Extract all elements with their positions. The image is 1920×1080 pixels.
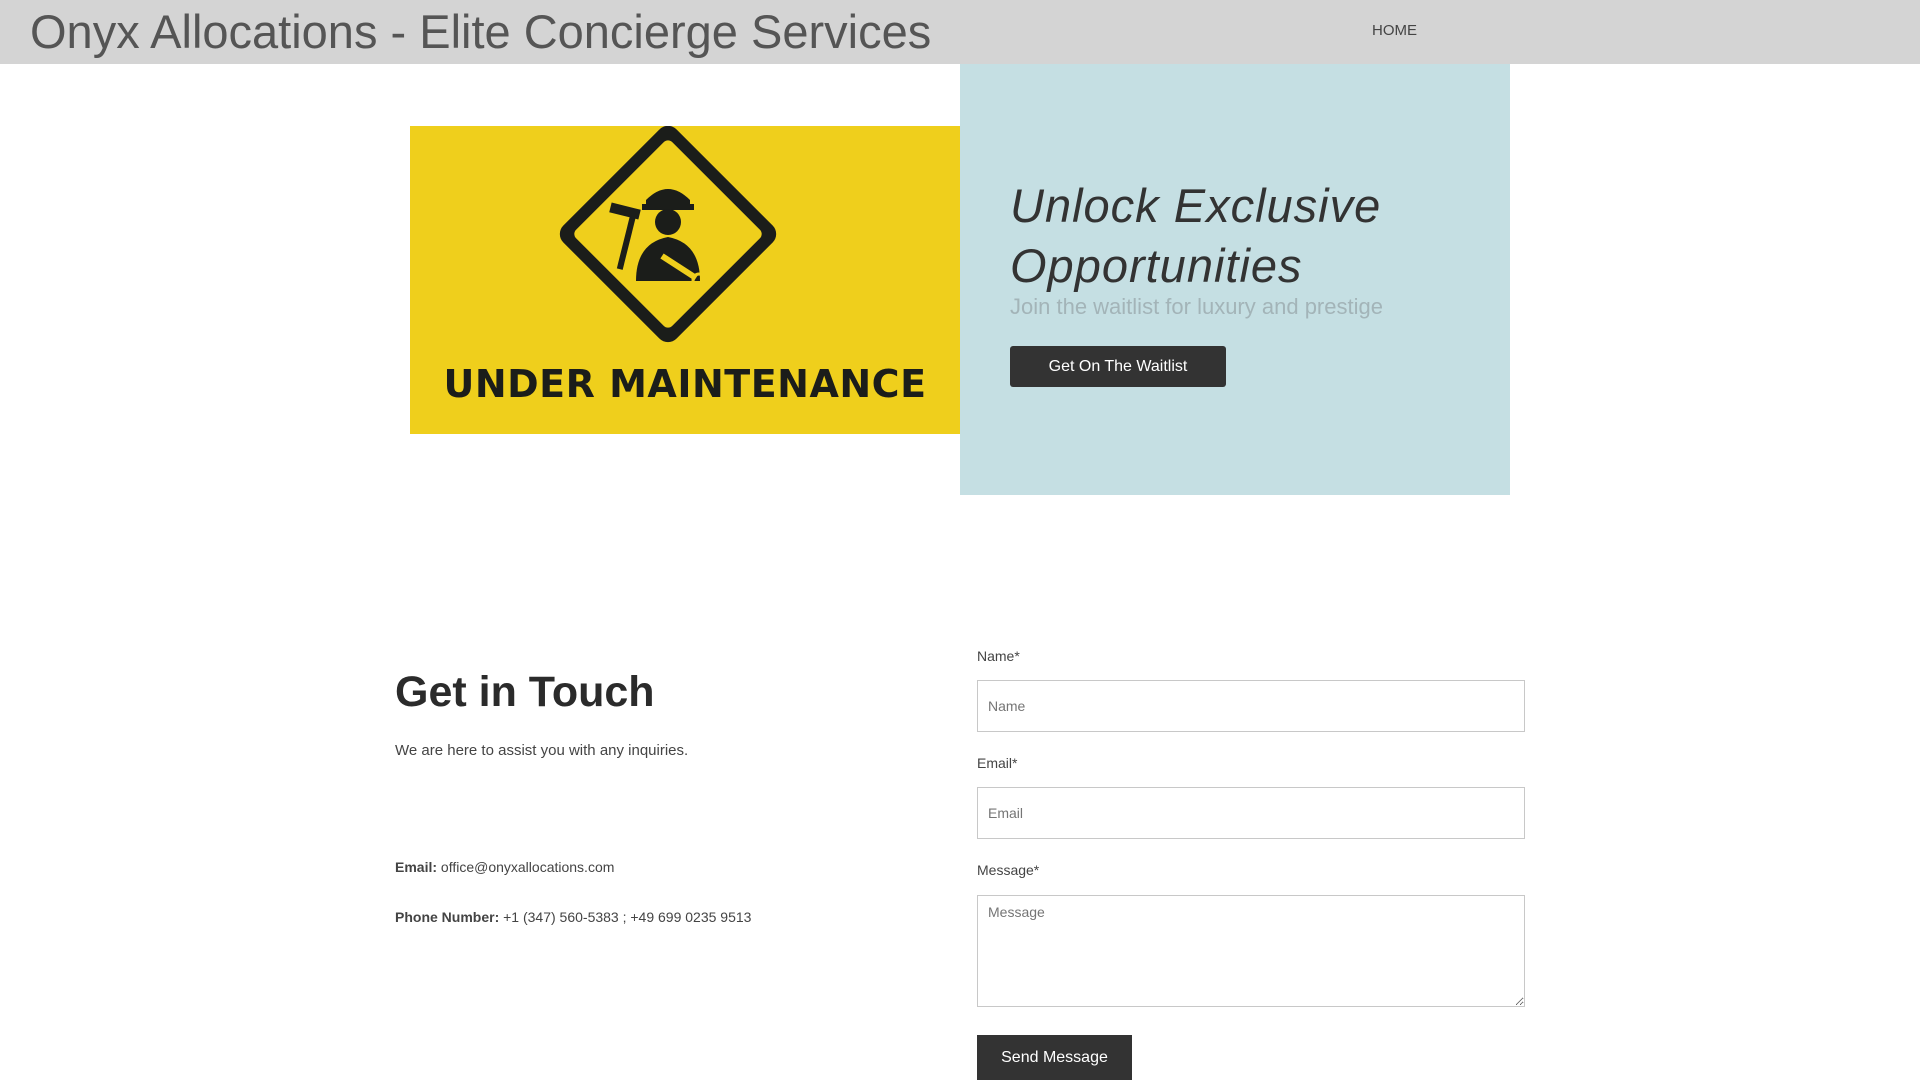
contact-heading: Get in Touch — [395, 668, 655, 716]
contact-email: Email: office@onyxallocations.com — [395, 859, 614, 875]
contact-email-value[interactable]: office@onyxallocations.com — [441, 859, 614, 875]
contact-description: We are here to assist you with any inqui… — [395, 742, 689, 759]
hero-panel: Unlock Exclusive Opportunities Join the … — [960, 64, 1510, 495]
contact-phone-value[interactable]: +1 (347) 560-5383 ; +49 699 0235 9513 — [503, 909, 751, 925]
email-input[interactable] — [977, 787, 1525, 839]
message-textarea[interactable] — [977, 895, 1525, 1007]
under-maintenance-image: UNDER MAINTENANCE — [410, 126, 960, 434]
contact-email-label: Email: — [395, 859, 438, 875]
name-label: Name* — [977, 648, 1020, 664]
maintenance-text: UNDER MAINTENANCE — [443, 362, 927, 406]
site-header: Onyx Allocations - Elite Concierge Servi… — [0, 0, 1920, 64]
nav-home-link[interactable]: HOME — [1372, 22, 1417, 39]
contact-phone-label: Phone Number: — [395, 909, 500, 925]
message-label: Message* — [977, 862, 1040, 878]
waitlist-button[interactable]: Get On The Waitlist — [1010, 346, 1226, 387]
hero-subtitle: Join the waitlist for luxury and prestig… — [1010, 294, 1383, 319]
send-message-button[interactable]: Send Message — [977, 1035, 1132, 1080]
email-label: Email* — [977, 755, 1018, 771]
site-title[interactable]: Onyx Allocations - Elite Concierge Servi… — [30, 4, 931, 60]
contact-phone: Phone Number: +1 (347) 560-5383 ; +49 69… — [395, 909, 751, 925]
hero-title: Unlock Exclusive Opportunities — [1010, 179, 1382, 292]
name-input[interactable] — [977, 680, 1525, 732]
